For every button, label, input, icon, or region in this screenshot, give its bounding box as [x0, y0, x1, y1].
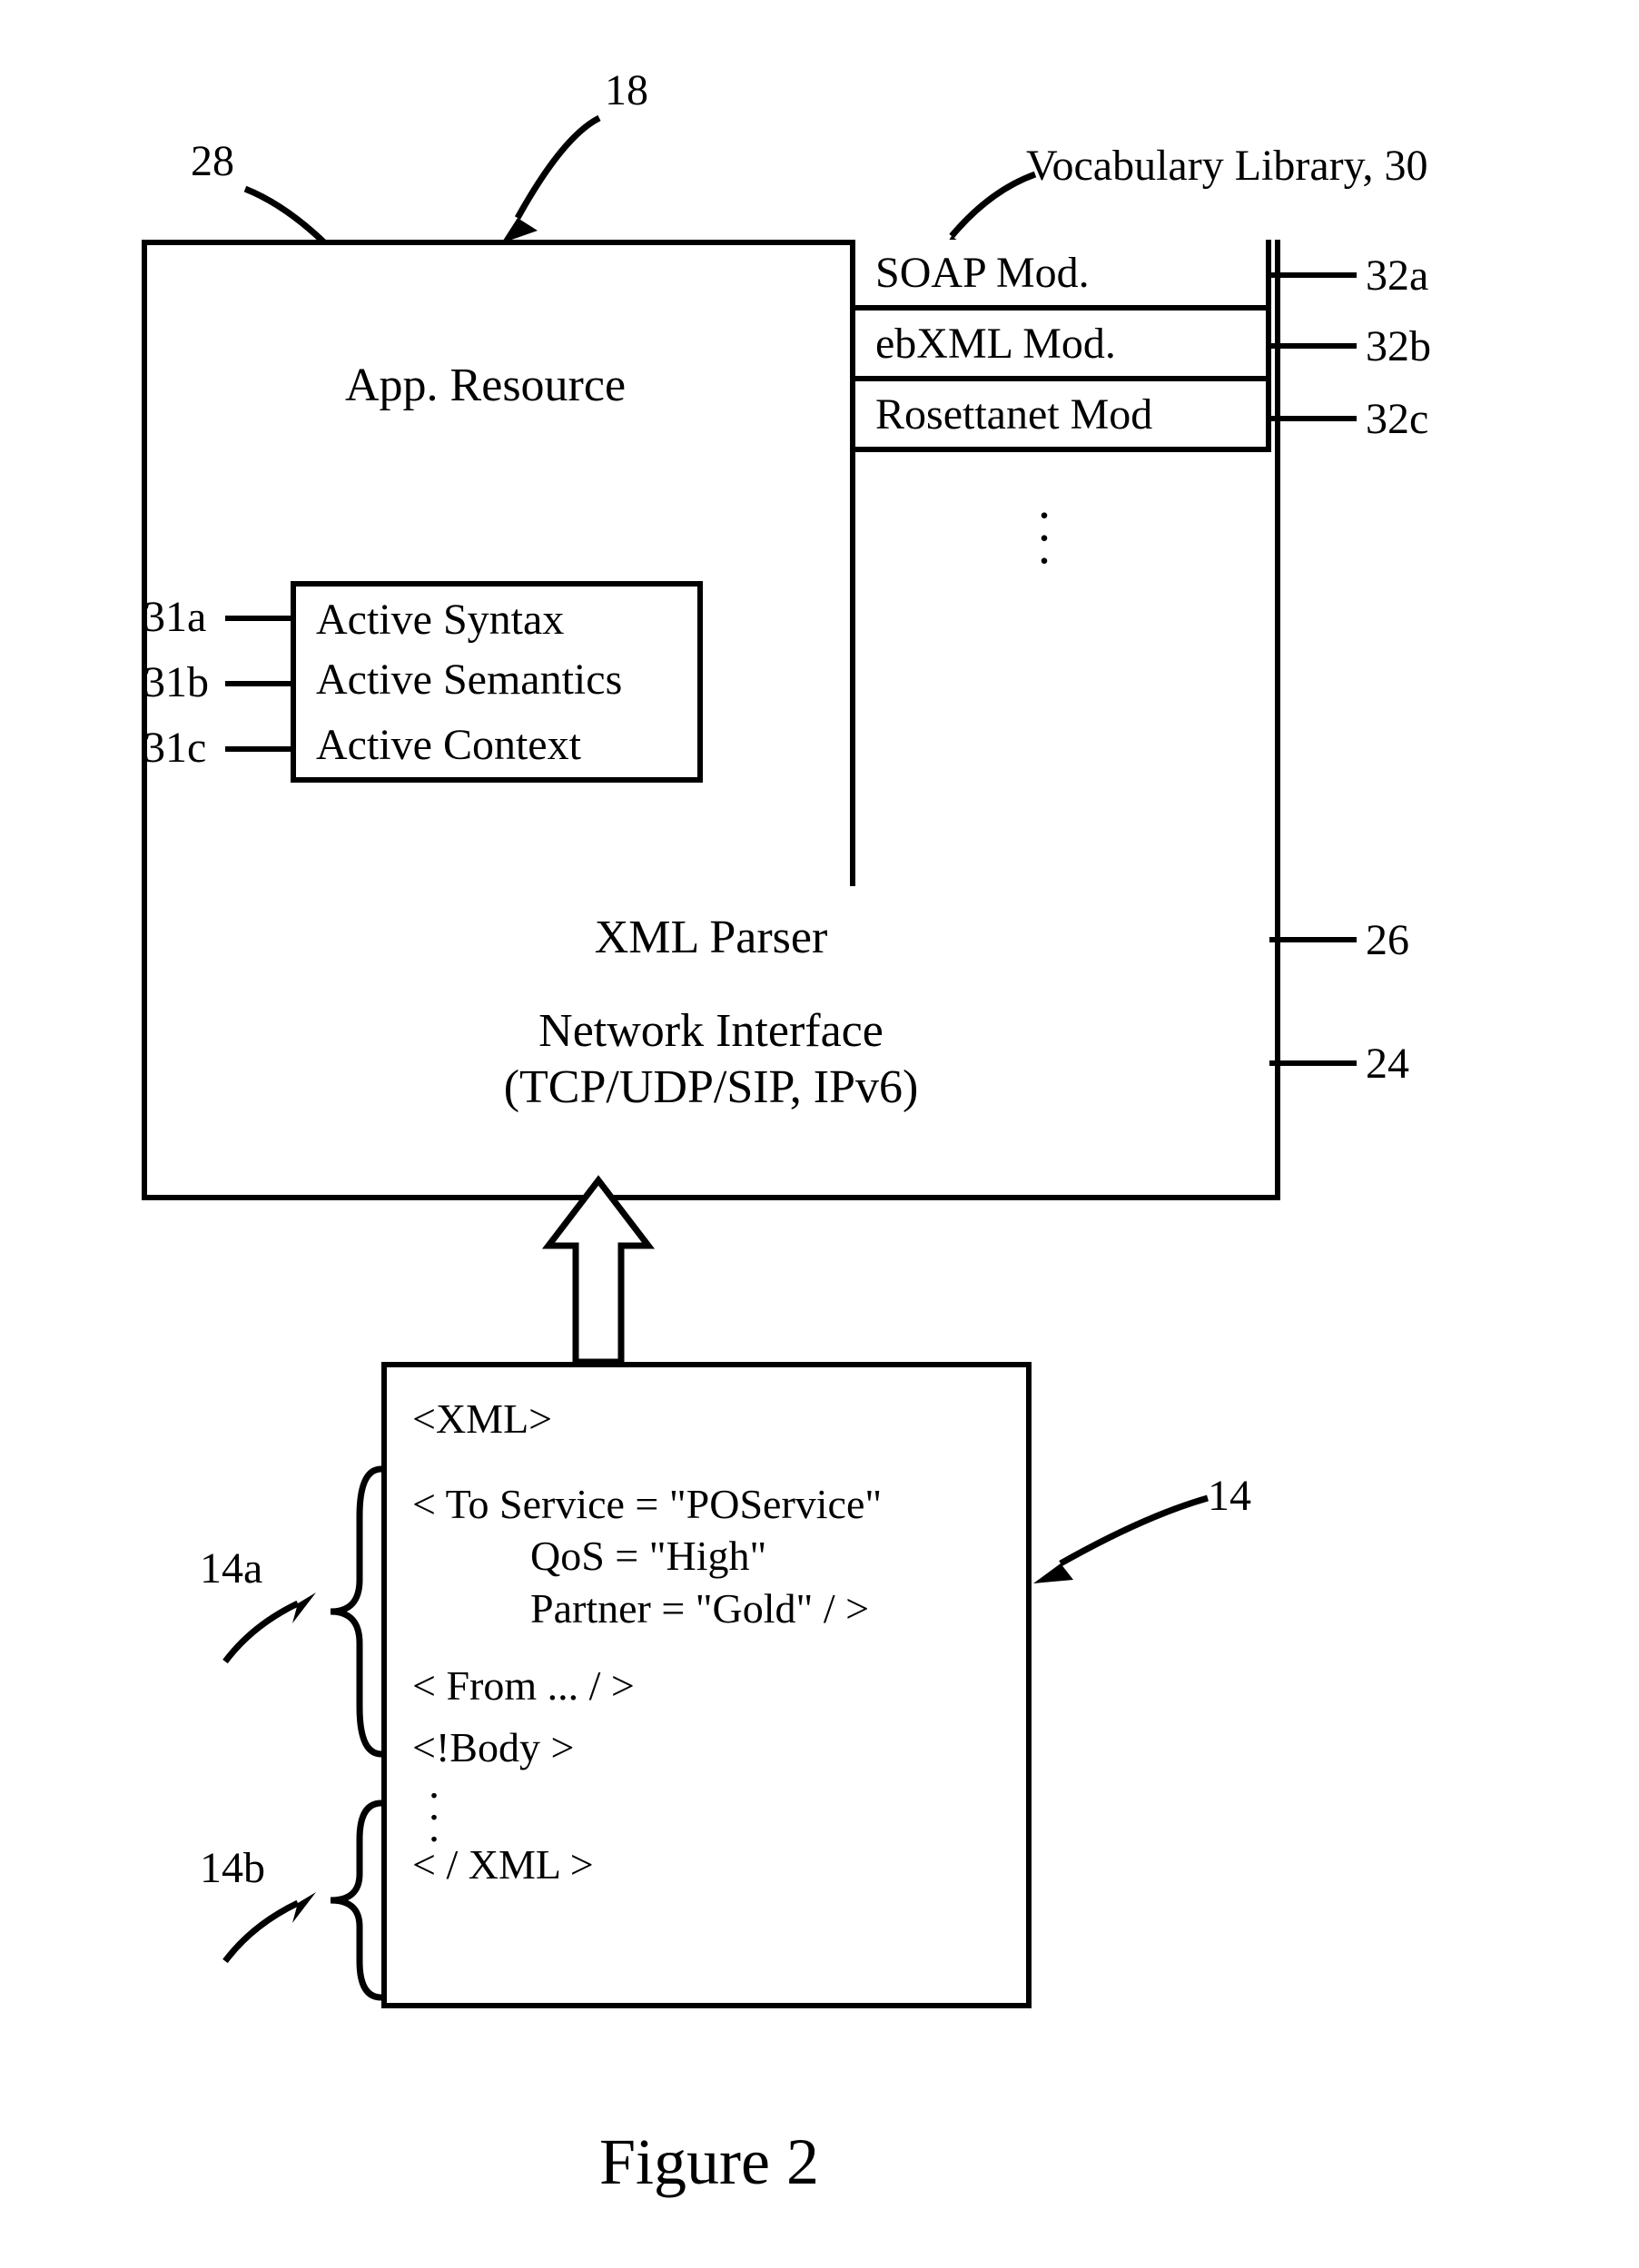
label-14: 14	[1208, 1471, 1251, 1521]
module-ebxml: ebXML Mod.	[850, 311, 1271, 381]
label-32b: 32b	[1366, 321, 1431, 371]
network-interface-line1: Network Interface	[538, 1003, 884, 1060]
arrow-14	[1026, 1489, 1217, 1598]
lead-32b	[1269, 343, 1357, 349]
label-26: 26	[1366, 915, 1409, 965]
xml-l7: < / XML >	[412, 1839, 993, 1891]
vdots-library: ...	[1017, 490, 1071, 559]
lead-24	[1269, 1060, 1357, 1066]
xml-l5: < From ... / >	[412, 1660, 993, 1712]
active-semantics: Active Semantics	[291, 646, 703, 717]
lead-31b	[225, 681, 291, 686]
network-interface-line2: (TCP/UDP/SIP, IPv6)	[504, 1060, 919, 1116]
label-31a: 31a	[143, 592, 206, 642]
lead-32a	[1269, 272, 1357, 278]
arrow-18	[490, 109, 636, 245]
brace-14a	[318, 1462, 396, 1761]
xml-l1: <XML>	[412, 1393, 993, 1445]
brace-14b	[318, 1796, 396, 2005]
label-32c: 32c	[1366, 394, 1428, 444]
label-31c: 31c	[143, 723, 206, 773]
arrow-14b	[216, 1888, 316, 1970]
label-18: 18	[605, 65, 648, 115]
label-vocabulary-library: Vocabulary Library, 30	[1026, 141, 1428, 191]
app-resource-label: App. Resource	[345, 359, 626, 412]
label-31b: 31b	[143, 657, 209, 707]
xml-body-dots: ...	[412, 1773, 993, 1839]
label-28: 28	[191, 136, 234, 186]
lead-31a	[225, 616, 291, 621]
xml-l3: QoS = "High"	[412, 1530, 993, 1583]
xml-message-box: <XML> < To Service = "POService" QoS = "…	[381, 1362, 1032, 2008]
xml-parser-row: XML Parser	[142, 886, 1280, 993]
module-soap: SOAP Mod.	[850, 240, 1271, 311]
label-24: 24	[1366, 1039, 1409, 1089]
figure-caption: Figure 2	[599, 2125, 819, 2200]
label-14a: 14a	[200, 1543, 262, 1593]
xml-l2: < To Service = "POService"	[412, 1478, 993, 1531]
lead-26	[1269, 937, 1357, 942]
network-interface-row: Network Interface (TCP/UDP/SIP, IPv6)	[142, 988, 1280, 1131]
label-14b: 14b	[200, 1843, 265, 1893]
module-rosettanet: Rosettanet Mod	[850, 381, 1271, 452]
xml-l6: <!Body >	[412, 1721, 993, 1774]
xml-content: <XML> < To Service = "POService" QoS = "…	[412, 1393, 993, 1891]
lead-32c	[1269, 416, 1357, 421]
xml-l4: Partner = "Gold" / >	[412, 1583, 993, 1635]
label-32a: 32a	[1366, 251, 1428, 301]
active-context: Active Context	[291, 712, 703, 783]
arrow-14a	[216, 1589, 316, 1671]
lead-31c	[225, 746, 291, 752]
hollow-arrow-up	[548, 1180, 648, 1371]
